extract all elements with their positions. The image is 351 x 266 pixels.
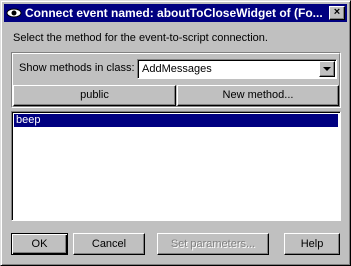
show-methods-label: Show methods in class: — [19, 62, 135, 74]
eye-icon — [6, 5, 22, 21]
close-button[interactable]: × — [329, 6, 345, 20]
instruction-text: Select the method for the event-to-scrip… — [13, 32, 268, 44]
connect-event-dialog: Connect event named: aboutToCloseWidget … — [0, 0, 351, 266]
title-bar[interactable]: Connect event named: aboutToCloseWidget … — [4, 4, 347, 22]
chevron-down-icon[interactable] — [319, 61, 335, 77]
class-select[interactable]: AddMessages — [137, 59, 337, 79]
cancel-button[interactable]: Cancel — [73, 233, 145, 255]
set-parameters-button[interactable]: Set parameters... — [157, 233, 269, 255]
close-icon: × — [333, 6, 341, 18]
help-button[interactable]: Help — [284, 233, 340, 255]
list-item[interactable]: beep — [14, 114, 338, 127]
ok-button[interactable]: OK — [11, 233, 68, 255]
public-button[interactable]: public — [13, 85, 176, 106]
window-title: Connect event named: aboutToCloseWidget … — [25, 6, 323, 20]
class-select-value: AddMessages — [142, 63, 212, 75]
method-list[interactable]: beep — [11, 111, 341, 221]
new-method-button[interactable]: New method... — [177, 85, 339, 106]
